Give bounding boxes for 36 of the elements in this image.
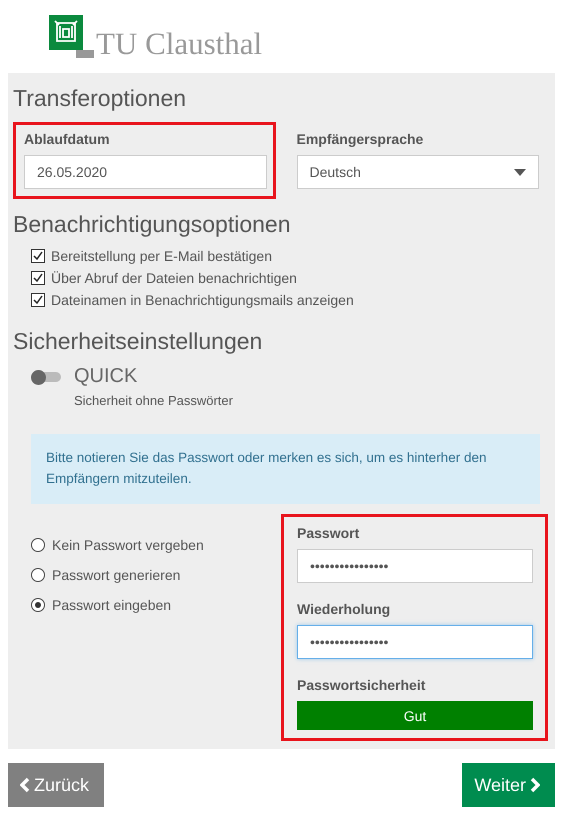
radio-label: Passwort generieren [52,567,180,583]
caret-icon [514,168,526,176]
checkbox[interactable] [31,249,45,263]
section-title: Benachrichtigungsoptionen [13,211,292,238]
field-label: Passwort [297,525,360,541]
back-button[interactable]: Zurück [8,763,104,807]
checkbox[interactable] [31,271,45,285]
radio-button[interactable] [31,598,45,612]
radio-button[interactable] [31,538,45,552]
password-field[interactable]: •••••••••••••••• [297,625,533,659]
quick-description: Sicherheit ohne Passwörter [74,393,233,408]
radio-label: Kein Passwort vergeben [52,537,204,553]
field-label: Wiederholung [297,601,392,617]
date-field[interactable]: 26.05.2020 [24,155,266,189]
next-button[interactable]: Weiter [462,763,555,807]
quick-title: QUICK [74,365,138,388]
password-field[interactable]: •••••••••••••••• [297,549,533,583]
logo-emblem-icon [49,15,94,58]
strength-bar: Gut [297,701,533,730]
field-label: Empfängersprache [296,131,424,147]
chevron-right-icon [530,777,540,793]
checkbox[interactable] [31,293,45,307]
language-select[interactable]: Deutsch [296,155,539,189]
section-title: Transferoptionen [13,85,188,112]
logo-text: TU Clausthal [96,28,262,59]
radio-label: Passwort eingeben [52,597,172,613]
section-title: Sicherheitseinstellungen [13,328,264,355]
checkbox-label: Bereitstellung per E-Mail bestätigen [51,248,272,264]
checkbox-label: Dateinamen in Benachrichtigungsmails anzeigen [51,292,354,308]
field-label: Ablaufdatum [24,131,111,147]
toggle-switch[interactable] [31,372,61,382]
checkbox-label: Über Abruf der Dateien benachrichtigen [51,270,297,286]
radio-button[interactable] [31,568,45,582]
chevron-left-icon [20,777,30,793]
field-label: Passwortsicherheit [297,677,426,693]
info-notice: Bitte notieren Sie das Passwort oder merken es sich, um es hinterher den Empfängern mitzuteilen. [31,434,540,504]
